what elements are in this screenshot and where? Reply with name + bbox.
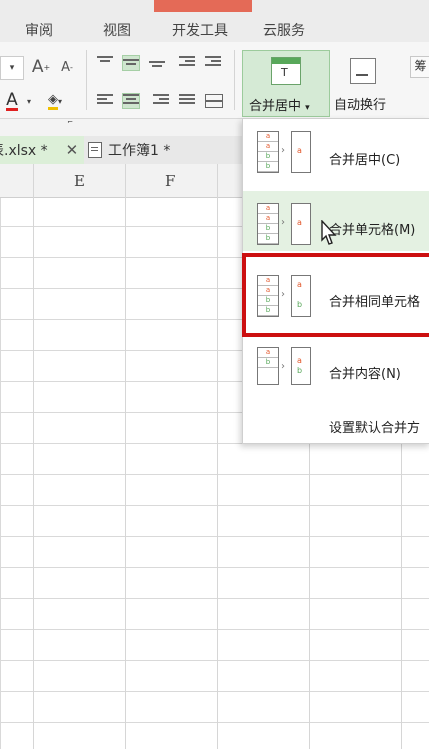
close-icon[interactable]: ✕ <box>66 141 79 159</box>
align-right-icon[interactable] <box>153 94 169 108</box>
tab-developer[interactable]: 开发工具 <box>172 20 228 40</box>
dialog-launcher-icon[interactable]: ⌐ <box>66 118 74 126</box>
title-accent <box>154 0 252 12</box>
document-icon <box>88 142 102 158</box>
align-center-icon[interactable] <box>122 93 140 109</box>
more-button[interactable]: 筹 <box>410 56 429 78</box>
menu-item-merge-content[interactable]: ab › ab 合并内容(N) <box>243 337 429 401</box>
tab-cloud[interactable]: 云服务 <box>263 20 305 40</box>
chevron-down-icon: ▾ <box>9 63 15 73</box>
chevron-down-icon: ▾ <box>305 103 310 113</box>
highlight-box <box>242 253 429 337</box>
align-bottom-icon[interactable] <box>149 56 165 70</box>
merge-center-button[interactable]: T 合并居中 ▾ <box>242 50 330 117</box>
column-header-f[interactable]: F <box>165 172 175 190</box>
wrap-text-icon <box>350 58 376 84</box>
font-color-button[interactable]: A <box>0 90 24 112</box>
font-shrink-button[interactable]: A- <box>56 56 78 78</box>
chevron-down-icon[interactable]: ▾ <box>24 92 34 110</box>
mouse-cursor-icon <box>321 220 337 245</box>
align-left-icon[interactable] <box>97 94 113 108</box>
font-grow-button[interactable]: A + <box>30 56 52 78</box>
file-tab-workbook[interactable]: 工作簿1 * <box>88 136 198 164</box>
justify-icon[interactable] <box>179 94 195 108</box>
align-middle-icon[interactable] <box>122 55 140 71</box>
align-top-icon[interactable] <box>97 56 113 70</box>
distributed-icon[interactable] <box>205 94 223 108</box>
indent-increase-icon[interactable] <box>205 56 221 70</box>
merge-cells-icon: T <box>271 57 301 85</box>
tab-review[interactable]: 审阅 <box>25 20 53 40</box>
indent-decrease-icon[interactable] <box>179 56 195 70</box>
menu-item-set-default-merge[interactable]: 设置默认合并方 <box>329 417 420 436</box>
file-tab-active[interactable]: 表.xlsx * ✕ <box>0 136 84 164</box>
font-size-dropdown[interactable]: ▾ <box>0 56 24 80</box>
paint-bucket-icon: ◈ <box>47 92 58 110</box>
column-header-e[interactable]: E <box>74 172 85 190</box>
menu-item-merge-center[interactable]: aabb › a 合并居中(C) <box>243 119 429 191</box>
fill-color-button[interactable]: ◈ ▾ <box>42 90 68 112</box>
wrap-text-button[interactable]: 自动换行 <box>332 50 398 115</box>
tab-view[interactable]: 视图 <box>103 20 131 40</box>
menu-bar: 审阅 视图 开发工具 云服务 <box>0 0 429 42</box>
